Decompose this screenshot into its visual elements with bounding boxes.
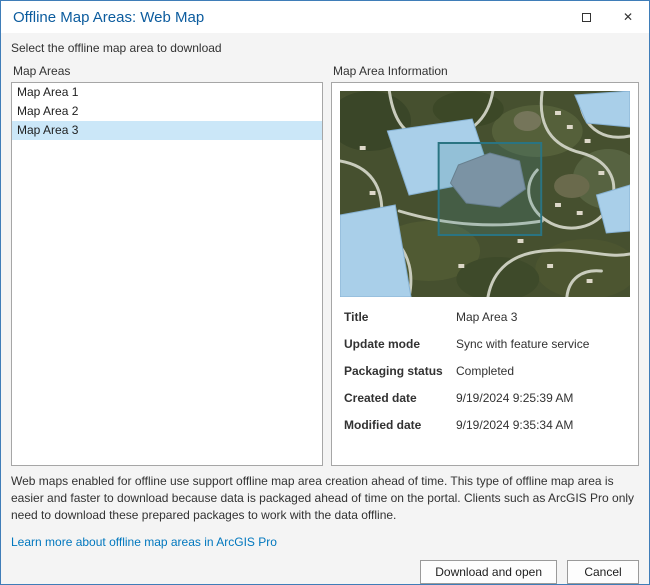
field-modified-date-value: 9/19/2024 9:35:34 AM	[456, 418, 573, 432]
field-update-mode: Update mode Sync with feature service	[344, 337, 626, 351]
field-title-value: Map Area 3	[456, 310, 517, 324]
dialog-title: Offline Map Areas: Web Map	[13, 9, 204, 26]
field-modified-date: Modified date 9/19/2024 9:35:34 AM	[344, 418, 626, 432]
map-areas-list[interactable]: Map Area 1 Map Area 2 Map Area 3	[11, 82, 323, 466]
map-area-info-header: Map Area Information	[333, 64, 639, 78]
field-created-date-value: 9/19/2024 9:25:39 AM	[456, 391, 573, 405]
close-button[interactable]: ✕	[607, 1, 649, 33]
list-item-map-area-2[interactable]: Map Area 2	[12, 102, 322, 121]
offline-description: Web maps enabled for offline use support…	[11, 473, 639, 524]
info-fields: Title Map Area 3 Update mode Sync with f…	[340, 310, 630, 432]
dialog-body: Select the offline map area to download …	[1, 33, 649, 584]
cancel-button[interactable]: Cancel	[567, 560, 639, 584]
map-areas-header: Map Areas	[13, 64, 323, 78]
field-modified-date-label: Modified date	[344, 418, 456, 432]
field-title: Title Map Area 3	[344, 310, 626, 324]
learn-more-link[interactable]: Learn more about offline map areas in Ar…	[11, 535, 277, 549]
dialog-window: Offline Map Areas: Web Map ✕ Select the …	[0, 0, 650, 585]
field-title-label: Title	[344, 310, 456, 324]
map-area-info-panel: Title Map Area 3 Update mode Sync with f…	[331, 82, 639, 466]
instruction-text: Select the offline map area to download	[11, 41, 639, 55]
field-update-mode-value: Sync with feature service	[456, 337, 589, 351]
field-update-mode-label: Update mode	[344, 337, 456, 351]
map-thumbnail	[340, 91, 630, 297]
map-thumbnail-image	[340, 91, 630, 297]
maximize-button[interactable]	[565, 1, 607, 33]
titlebar-buttons: ✕	[565, 1, 649, 33]
list-item-map-area-3[interactable]: Map Area 3	[12, 121, 322, 140]
maximize-icon	[582, 13, 591, 22]
close-icon: ✕	[623, 11, 633, 23]
map-area-info-column: Map Area Information	[331, 64, 639, 466]
field-created-date-label: Created date	[344, 391, 456, 405]
button-row: Download and open Cancel	[11, 560, 639, 584]
field-packaging-status-value: Completed	[456, 364, 514, 378]
field-packaging-status-label: Packaging status	[344, 364, 456, 378]
panels: Map Areas Map Area 1 Map Area 2 Map Area…	[11, 64, 639, 466]
field-packaging-status: Packaging status Completed	[344, 364, 626, 378]
list-item-map-area-1[interactable]: Map Area 1	[12, 83, 322, 102]
field-created-date: Created date 9/19/2024 9:25:39 AM	[344, 391, 626, 405]
download-and-open-button[interactable]: Download and open	[420, 560, 557, 584]
map-areas-column: Map Areas Map Area 1 Map Area 2 Map Area…	[11, 64, 323, 466]
titlebar: Offline Map Areas: Web Map ✕	[1, 1, 649, 33]
